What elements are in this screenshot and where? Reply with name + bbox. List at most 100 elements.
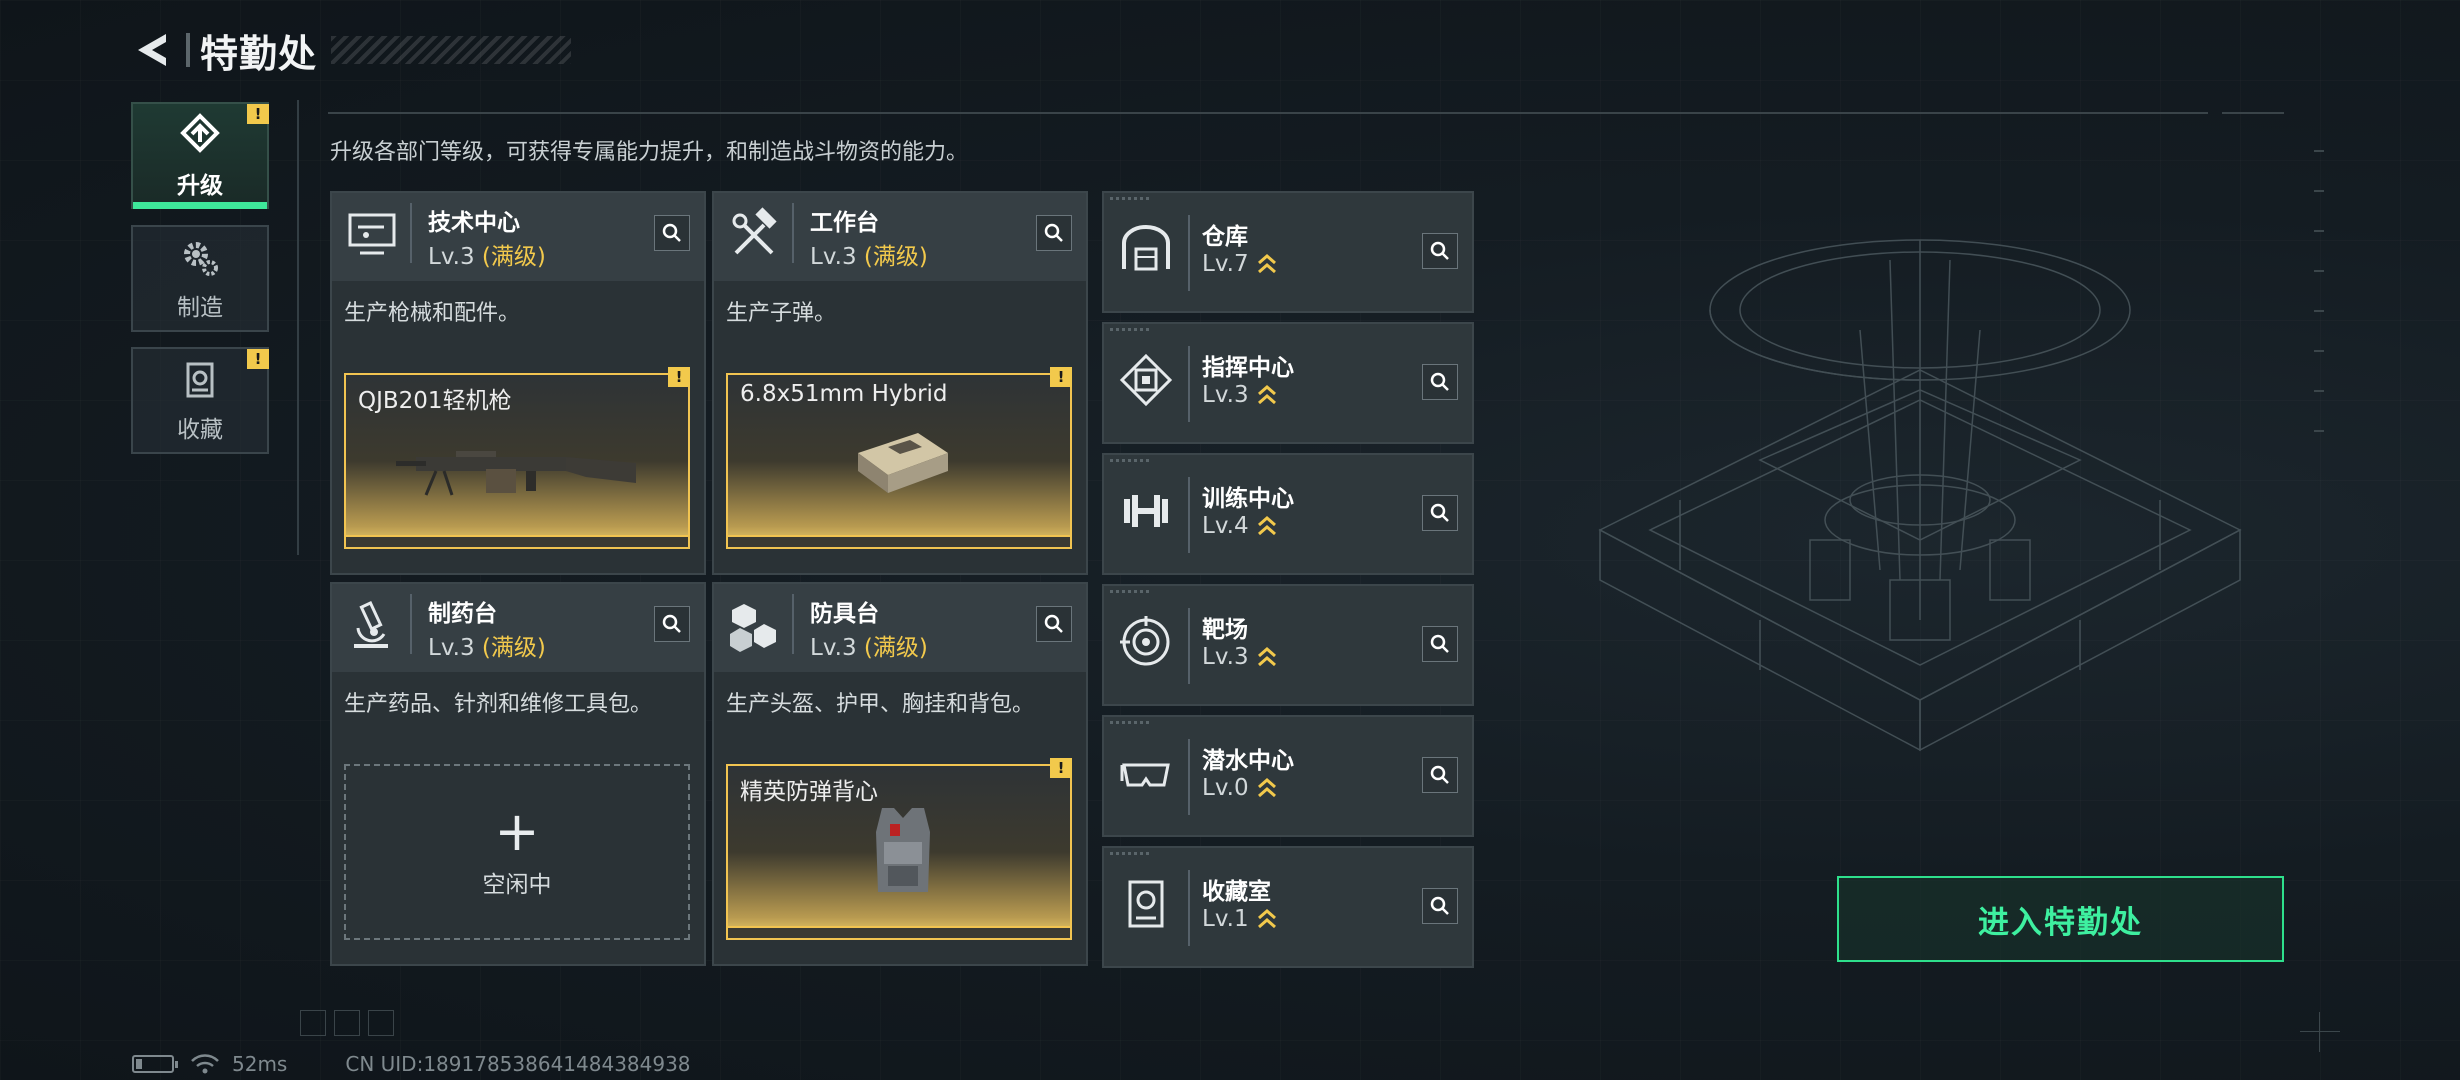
search-icon bbox=[1430, 634, 1449, 653]
target-icon bbox=[1120, 616, 1170, 666]
workshop-card-armor-bench[interactable]: 防具台 Lv.3 (满级) 生产头盔、护甲、胸挂和背包。 精英防弹背心 ! bbox=[712, 582, 1088, 966]
workshop-name: 防具台 bbox=[810, 601, 879, 627]
collection-icon bbox=[1128, 880, 1164, 928]
machine-gun-image bbox=[396, 451, 636, 496]
production-slot[interactable]: 精英防弹背心 ! bbox=[726, 758, 1072, 940]
facility-name: 指挥中心 bbox=[1202, 355, 1294, 381]
card-header: 工作台 Lv.3 (满级) bbox=[714, 193, 1086, 281]
card-separator bbox=[792, 594, 794, 654]
inspect-button[interactable] bbox=[654, 215, 690, 251]
level-value: Lv.0 bbox=[1202, 775, 1249, 801]
alert-badge: ! bbox=[1050, 758, 1072, 778]
enter-special-ops-button[interactable]: 进入特勤处 bbox=[1837, 876, 2284, 962]
facility-diving-center[interactable]: 潜水中心 Lv.0 bbox=[1102, 715, 1474, 837]
workshop-level: Lv.3 (满级) bbox=[428, 237, 546, 271]
production-slot[interactable]: QJB201轻机枪 ! bbox=[344, 367, 690, 549]
tab-upgrade-label: 升级 bbox=[177, 172, 223, 199]
status-footer: 52ms CN UID:18917853864148438493​8 bbox=[132, 1052, 691, 1076]
facility-separator bbox=[1188, 477, 1190, 553]
search-icon bbox=[1430, 765, 1449, 784]
inspect-button[interactable] bbox=[1422, 888, 1458, 924]
workshop-name: 技术中心 bbox=[428, 210, 520, 236]
headquarters-wireframe-image bbox=[1598, 239, 2242, 752]
workshop-card-tech-center[interactable]: 技术中心 Lv.3 (满级) 生产枪械和配件。 QJB201轻机枪 ! bbox=[330, 191, 706, 575]
inspect-button[interactable] bbox=[1422, 626, 1458, 662]
search-icon bbox=[662, 614, 681, 633]
facility-shooting-range[interactable]: 靶场 Lv.3 bbox=[1102, 584, 1474, 706]
inspect-button[interactable] bbox=[654, 606, 690, 642]
card-header: 技术中心 Lv.3 (满级) bbox=[332, 193, 704, 281]
facility-training-center[interactable]: 训练中心 Lv.4 bbox=[1102, 453, 1474, 575]
inspect-button[interactable] bbox=[1422, 364, 1458, 400]
decorative-ticks bbox=[1110, 197, 1150, 200]
decorative-ticks bbox=[1110, 459, 1150, 462]
decorative-crosshair bbox=[2300, 1012, 2340, 1052]
facility-name: 仓库 bbox=[1202, 224, 1248, 250]
inspect-button[interactable] bbox=[1422, 757, 1458, 793]
level-value: Lv.3 bbox=[1202, 382, 1249, 408]
alert-badge: ! bbox=[668, 367, 690, 387]
facility-warehouse[interactable]: 仓库 Lv.7 bbox=[1102, 191, 1474, 313]
facility-name: 靶场 bbox=[1202, 617, 1248, 643]
inspect-button[interactable] bbox=[1036, 606, 1072, 642]
inspect-button[interactable] bbox=[1036, 215, 1072, 251]
workshop-description: 生产子弹。 bbox=[726, 301, 837, 326]
facility-separator bbox=[1188, 739, 1190, 815]
product-name: 6.8x51mm Hybrid bbox=[740, 381, 948, 407]
upgrade-chevron-icon bbox=[1257, 778, 1276, 798]
inspect-button[interactable] bbox=[1422, 495, 1458, 531]
level-value: Lv.4 bbox=[1202, 513, 1249, 539]
production-progress-bar bbox=[728, 535, 1070, 547]
search-icon bbox=[1430, 503, 1449, 522]
decorative-ticks bbox=[1110, 328, 1150, 331]
upgrade-chevron-icon bbox=[1257, 909, 1276, 929]
max-level-label: (满级) bbox=[481, 635, 546, 661]
divider-line bbox=[328, 112, 2208, 114]
upgrade-chevron-icon bbox=[1257, 647, 1276, 667]
computer-icon bbox=[348, 213, 396, 255]
level-value: Lv.3 bbox=[428, 635, 475, 661]
workshop-card-pharmacy[interactable]: 制药台 Lv.3 (满级) 生产药品、针剂和维修工具包。 + 空闲中 bbox=[330, 582, 706, 966]
boxes-icon bbox=[730, 604, 776, 652]
level-value: Lv.3 bbox=[1202, 644, 1249, 670]
search-icon bbox=[662, 223, 681, 242]
workshop-description: 生产药品、针剂和维修工具包。 bbox=[344, 692, 653, 717]
collection-icon bbox=[186, 362, 214, 397]
tab-collection[interactable]: 收藏 ! bbox=[131, 347, 269, 454]
production-progress-bar bbox=[728, 926, 1070, 938]
facility-name: 收藏室 bbox=[1202, 879, 1271, 905]
facility-separator bbox=[1188, 215, 1190, 291]
idle-production-slot[interactable]: + 空闲中 bbox=[344, 764, 690, 940]
card-header: 制药台 Lv.3 (满级) bbox=[332, 584, 704, 672]
search-icon bbox=[1430, 241, 1449, 260]
facility-level: Lv.1 bbox=[1202, 906, 1277, 932]
microscope-icon bbox=[354, 601, 388, 648]
production-slot[interactable]: 6.8x51mm Hybrid ! bbox=[726, 367, 1072, 549]
active-tab-indicator bbox=[133, 202, 267, 209]
inspect-button[interactable] bbox=[1422, 233, 1458, 269]
decorative-ticks bbox=[1110, 721, 1150, 724]
decorative-squares bbox=[300, 1010, 394, 1036]
page-header: 特勤处 bbox=[130, 22, 572, 78]
upgrade-chevron-icon bbox=[1257, 254, 1276, 274]
upgrade-chevron-icon bbox=[1257, 385, 1276, 405]
back-button[interactable] bbox=[130, 28, 174, 72]
divider-line bbox=[297, 100, 299, 555]
tab-craft-label: 制造 bbox=[177, 294, 223, 321]
tab-upgrade[interactable]: 升级 ! bbox=[131, 102, 269, 209]
workshop-card-workbench[interactable]: 工作台 Lv.3 (满级) 生产子弹。 6.8x51mm Hybrid ! bbox=[712, 191, 1088, 575]
decorative-ticks bbox=[1110, 852, 1150, 855]
dumbbell-icon bbox=[1124, 495, 1168, 527]
facility-name: 训练中心 bbox=[1202, 486, 1294, 512]
tab-craft[interactable]: 制造 bbox=[131, 225, 269, 332]
idle-label: 空闲中 bbox=[482, 872, 552, 898]
max-level-label: (满级) bbox=[863, 244, 928, 270]
workshop-level: Lv.3 (满级) bbox=[810, 237, 928, 271]
facility-collection-room[interactable]: 收藏室 Lv.1 bbox=[1102, 846, 1474, 968]
workshop-description: 生产枪械和配件。 bbox=[344, 301, 521, 326]
level-value: Lv.3 bbox=[428, 244, 475, 270]
facility-command-center[interactable]: 指挥中心 Lv.3 bbox=[1102, 322, 1474, 444]
diving-mask-icon bbox=[1120, 763, 1170, 787]
production-progress-bar bbox=[346, 535, 688, 547]
title-decoration bbox=[331, 36, 572, 64]
